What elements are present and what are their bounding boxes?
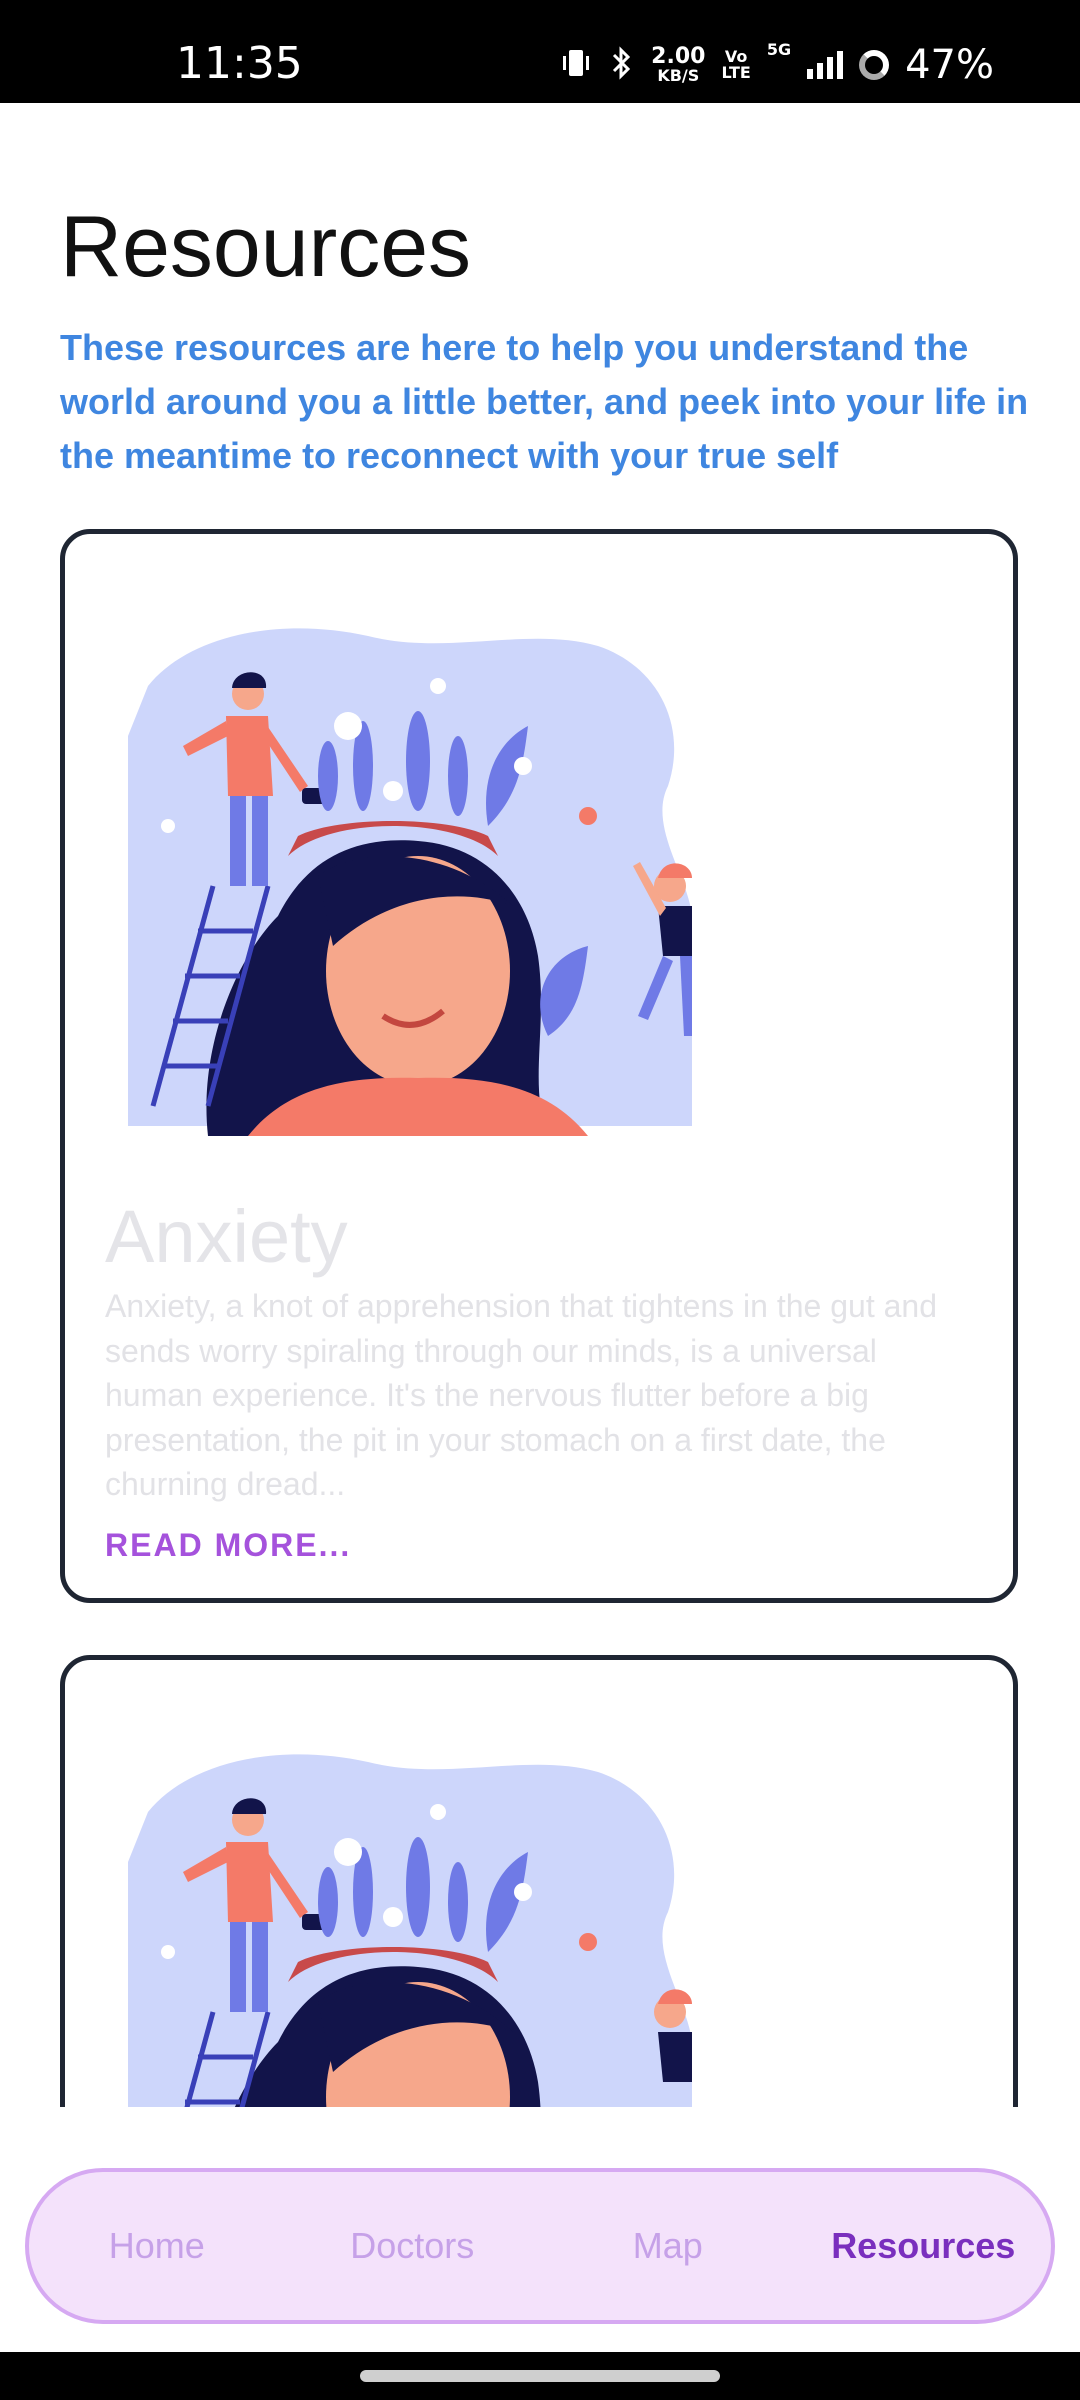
anxiety-illustration <box>128 1754 692 2107</box>
nav-home[interactable]: Home <box>37 2225 277 2267</box>
bluetooth-icon <box>609 45 635 85</box>
anxiety-illustration <box>128 628 692 1136</box>
battery-percent: 47% <box>905 42 994 88</box>
nav-doctors[interactable]: Doctors <box>292 2225 532 2267</box>
volte-bottom: LTE <box>721 63 751 82</box>
nav-resources[interactable]: Resources <box>803 2225 1043 2267</box>
card-title: Anxiety <box>105 1195 348 1278</box>
page-title: Resources <box>60 199 472 295</box>
read-more-link[interactable]: READ MORE... <box>105 1527 351 1564</box>
home-gesture-handle[interactable] <box>360 2370 720 2382</box>
resource-card-second[interactable] <box>60 1655 1018 2107</box>
status-icons: 2.00 KB/S Vo LTE 5G 47% <box>559 40 994 90</box>
status-bar: 11:35 2.00 KB/S Vo LTE 5G 47% <box>0 0 1080 103</box>
status-time: 11:35 <box>176 38 303 89</box>
network-speed-unit: KB/S <box>657 66 700 85</box>
volte-indicator: Vo LTE <box>721 49 750 81</box>
resources-scroll-area[interactable]: Resources These resources are here to he… <box>0 103 1080 2107</box>
network-speed: 2.00 KB/S <box>651 46 705 84</box>
network-type: 5G <box>766 40 792 59</box>
vibrate-icon <box>559 46 593 84</box>
battery-ring-icon <box>859 50 890 80</box>
intro-text: These resources are here to help you und… <box>60 327 1029 476</box>
signal-icon <box>807 51 844 79</box>
gesture-bar <box>0 2352 1080 2400</box>
network-speed-value: 2.00 <box>651 44 706 69</box>
nav-map[interactable]: Map <box>548 2225 788 2267</box>
resource-card-anxiety[interactable]: Anxiety Anxiety, a knot of apprehension … <box>60 529 1018 1603</box>
card-description: Anxiety, a knot of apprehension that tig… <box>105 1288 937 1502</box>
bottom-nav: Home Doctors Map Resources <box>25 2168 1055 2324</box>
